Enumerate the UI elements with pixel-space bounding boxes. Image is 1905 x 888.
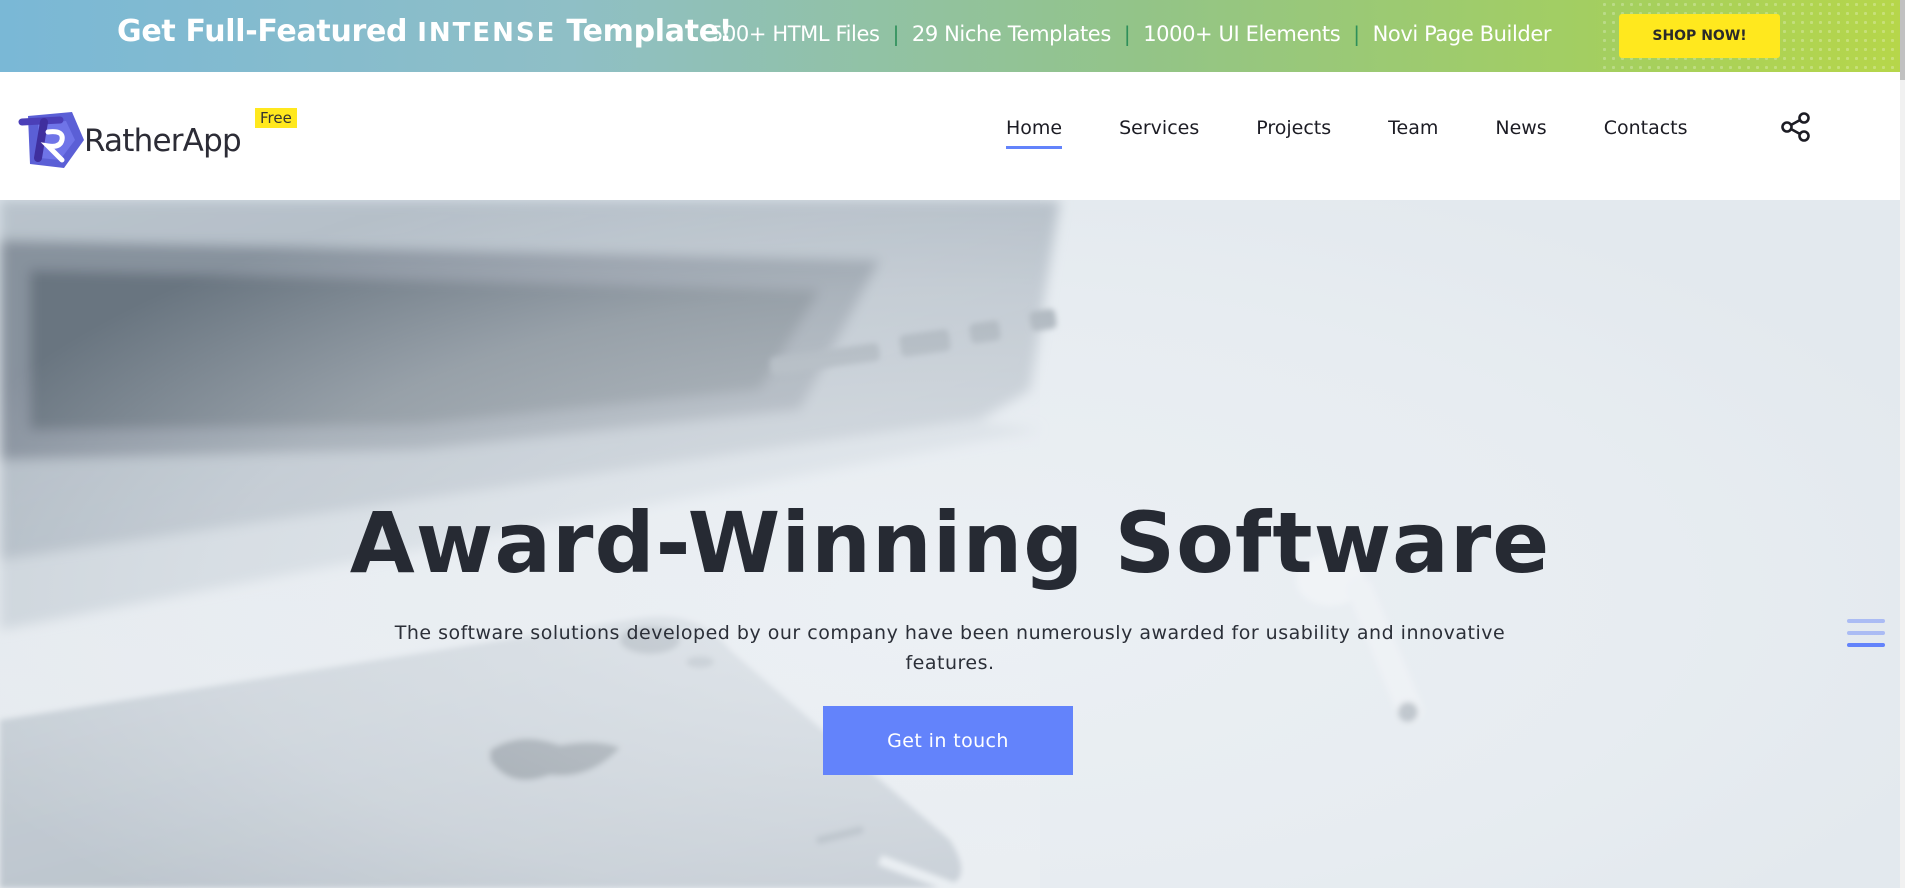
logo-text: RatherApp: [84, 123, 242, 159]
site-header: RatherApp Free Home Services Projects Te…: [0, 72, 1900, 200]
promo-features: 500+ HTML Files | 29 Niche Templates | 1…: [710, 22, 1551, 46]
hero-subtitle: The software solutions developed by our …: [394, 622, 1506, 674]
menu-line: [1847, 643, 1885, 647]
nav-item-news[interactable]: News: [1495, 117, 1546, 149]
promo-headline: Get Full-Featured INTENSE Template!: [117, 14, 732, 49]
menu-line: [1847, 619, 1885, 623]
menu-line: [1847, 631, 1885, 635]
promo-feature: 500+ HTML Files: [710, 22, 880, 46]
logo-mark-icon: [18, 112, 84, 168]
promo-separator: |: [1123, 22, 1131, 46]
share-icon[interactable]: [1779, 110, 1813, 144]
main-nav: Home Services Projects Team News Contact…: [1006, 117, 1745, 149]
promo-feature: Novi Page Builder: [1372, 22, 1552, 46]
get-in-touch-button[interactable]: Get in touch: [823, 706, 1073, 775]
hero-section: Award-Winning Software The software solu…: [0, 200, 1900, 888]
shop-now-button[interactable]: SHOP NOW!: [1619, 14, 1780, 58]
nav-item-contacts[interactable]: Contacts: [1604, 117, 1688, 149]
menu-lines-icon[interactable]: [1847, 615, 1885, 653]
promo-separator: |: [1353, 22, 1360, 46]
promo-feature: 1000+ UI Elements: [1143, 22, 1341, 46]
nav-item-home[interactable]: Home: [1006, 117, 1063, 149]
nav-item-team[interactable]: Team: [1388, 117, 1438, 149]
promo-headline-prefix: Get Full-Featured: [117, 14, 408, 49]
nav-item-services[interactable]: Services: [1119, 117, 1199, 149]
promo-separator: |: [892, 22, 900, 46]
hero-title: Award-Winning Software: [349, 494, 1551, 592]
logo-link[interactable]: RatherApp: [18, 106, 242, 172]
promo-headline-brand: INTENSE: [417, 18, 557, 48]
free-badge: Free: [255, 108, 297, 128]
page-scrollbar[interactable]: [1900, 0, 1905, 888]
promo-headline-suffix: Template!: [566, 14, 733, 49]
promo-banner[interactable]: Get Full-Featured INTENSE Template! 500+ H…: [0, 0, 1900, 72]
nav-item-projects[interactable]: Projects: [1256, 117, 1331, 149]
promo-feature: 29 Niche Templates: [911, 22, 1111, 46]
scrollbar-thumb[interactable]: [1900, 0, 1905, 80]
